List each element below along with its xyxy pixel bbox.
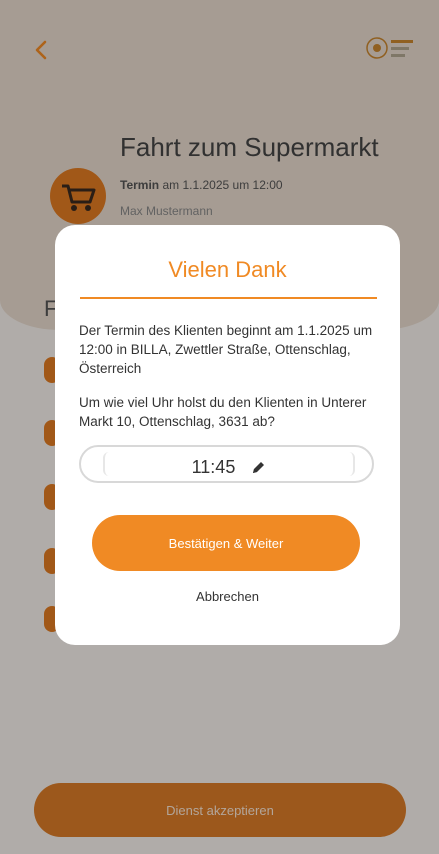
time-value: 11:45 [191,457,236,477]
dialog-title: Vielen Dank [168,257,287,282]
time-picker-wheel[interactable]: 11:45 [103,452,355,478]
time-value-row: 11:45 [105,457,353,478]
appointment-info: Der Termin des Klienten beginnt am 1.1.2… [79,323,373,376]
time-picker-field[interactable]: 11:45 [79,445,374,483]
divider [80,297,377,299]
confirmation-dialog: Vielen Dank Der Termin des Klienten begi… [55,225,400,645]
cancel-button[interactable]: Abbrechen [55,589,400,604]
pickup-question: Um wie viel Uhr holst du den Klienten in… [79,395,367,429]
confirm-continue-button[interactable]: Bestätigen & Weiter [92,515,360,571]
pencil-icon[interactable] [250,460,266,476]
